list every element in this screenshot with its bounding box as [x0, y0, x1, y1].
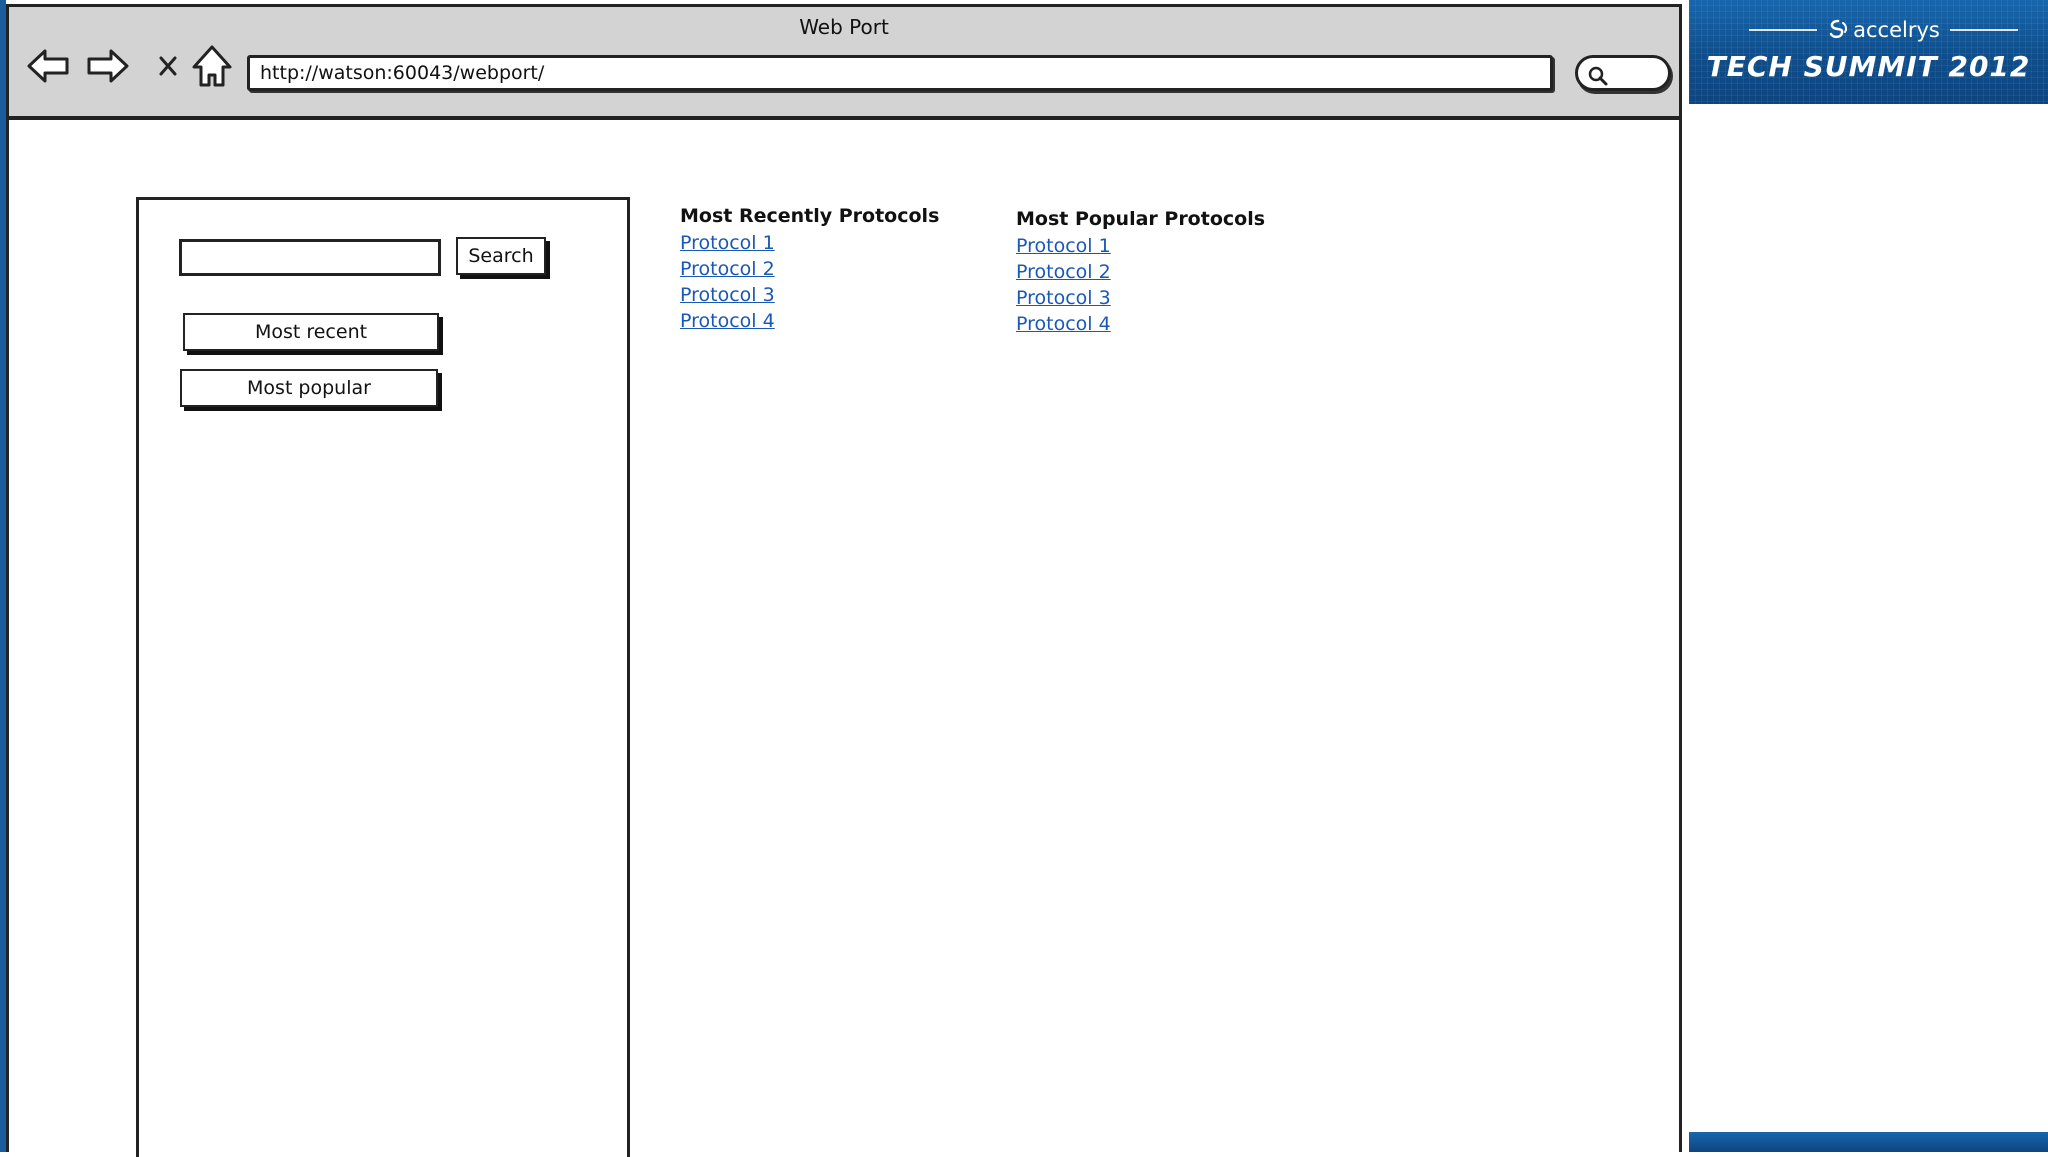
search-input[interactable] — [179, 239, 441, 276]
list-item: Protocol 1 — [1016, 235, 1265, 261]
popular-protocol-link-3[interactable]: Protocol 3 — [1016, 287, 1111, 309]
list-item: Protocol 3 — [1016, 287, 1265, 313]
popular-protocols-section: Most Popular Protocols Protocol 1 Protoc… — [1016, 208, 1265, 339]
recent-protocol-link-4[interactable]: Protocol 4 — [680, 310, 775, 332]
recent-protocol-link-3[interactable]: Protocol 3 — [680, 284, 775, 306]
sidebar-panel: Search Most recent Most popular — [136, 197, 630, 1157]
popular-protocol-link-4[interactable]: Protocol 4 — [1016, 313, 1111, 335]
recent-protocol-link-1[interactable]: Protocol 1 — [680, 232, 775, 254]
popular-protocol-link-2[interactable]: Protocol 2 — [1016, 261, 1111, 283]
company-logo: accelrys — [1827, 18, 1940, 42]
list-item: Protocol 4 — [1016, 313, 1265, 339]
popular-protocol-link-1[interactable]: Protocol 1 — [1016, 235, 1111, 257]
search-icon — [1588, 66, 1608, 86]
browser-toolbar: Web Port — [9, 7, 1679, 120]
close-icon[interactable] — [145, 43, 191, 89]
url-bar[interactable] — [247, 55, 1553, 91]
popular-protocols-list: Protocol 1 Protocol 2 Protocol 3 Protoco… — [1016, 235, 1265, 339]
brand-logo-row: accelrys — [1749, 18, 2018, 42]
window-title: Web Port — [799, 15, 889, 39]
browser-search-box[interactable] — [1575, 55, 1671, 91]
list-item: Protocol 4 — [680, 310, 939, 336]
banner-footer-strip — [1689, 1132, 2048, 1152]
list-item: Protocol 2 — [1016, 261, 1265, 287]
divider — [1749, 29, 1818, 31]
recent-protocols-heading: Most Recently Protocols — [680, 205, 940, 227]
list-item: Protocol 2 — [680, 258, 939, 284]
recent-protocols-list: Protocol 1 Protocol 2 Protocol 3 Protoco… — [680, 232, 939, 336]
event-banner: accelrys TECH SUMMIT 2012 — [1689, 0, 2048, 104]
home-icon[interactable] — [189, 43, 235, 89]
most-popular-button[interactable]: Most popular — [180, 369, 438, 407]
event-title: TECH SUMMIT 2012 — [1706, 50, 2031, 83]
recent-protocols-section: Most Recently Protocols Protocol 1 Proto… — [680, 205, 939, 336]
list-item: Protocol 3 — [680, 284, 939, 310]
swirl-logo-icon — [1829, 19, 1848, 39]
list-item: Protocol 1 — [680, 232, 939, 258]
back-arrow-icon[interactable] — [25, 43, 71, 89]
recent-protocol-link-2[interactable]: Protocol 2 — [680, 258, 775, 280]
most-recent-button[interactable]: Most recent — [183, 313, 439, 351]
forward-arrow-icon[interactable] — [85, 43, 131, 89]
divider — [1949, 29, 2018, 31]
company-name: accelrys — [1853, 18, 1940, 42]
search-button[interactable]: Search — [456, 237, 546, 275]
popular-protocols-heading: Most Popular Protocols — [1016, 208, 1266, 230]
